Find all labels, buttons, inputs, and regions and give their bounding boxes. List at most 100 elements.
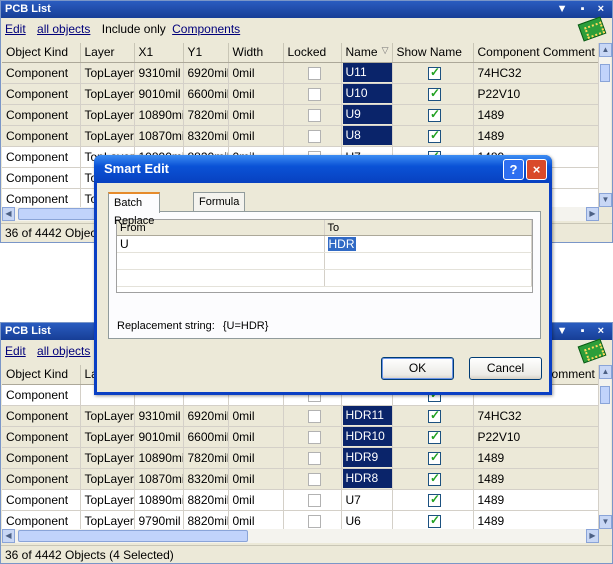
cell-comment[interactable]: P22V10 [473,83,598,105]
cell-y1[interactable]: 6600mil [183,83,229,105]
cell-y1[interactable]: 6600mil [183,426,229,448]
replace-row[interactable]: U HDR [117,236,532,253]
cell-show-name[interactable] [392,468,474,490]
table-row[interactable]: ComponentTopLayer10870mil8320mil0mil U8 14… [2,125,598,147]
cell-kind[interactable]: Component [2,104,81,126]
cell-comment[interactable]: 1489 [473,468,598,490]
scroll-right-icon[interactable]: ▶ [586,529,599,543]
cell-comment[interactable]: 1489 [473,104,598,126]
locked-checkbox[interactable] [307,493,321,507]
locked-checkbox[interactable] [307,514,321,528]
cell-show-name[interactable] [392,104,474,126]
cell-comment[interactable]: 1489 [473,510,598,529]
name-text[interactable]: U10 [342,84,391,103]
cell-kind[interactable]: Component [2,405,81,427]
cell-comment[interactable]: 1489 [473,447,598,469]
cell-name[interactable]: HDR9 [341,447,393,469]
column-header[interactable]: Locked [283,43,342,63]
cell-width[interactable]: 0mil [228,468,284,490]
column-header[interactable]: X1 [134,43,184,63]
column-header[interactable]: Object Kind [2,365,81,385]
ok-button[interactable]: OK [381,357,454,380]
locked-checkbox[interactable] [307,409,321,423]
to-cell[interactable] [325,270,532,286]
scroll-left-icon[interactable]: ◀ [2,207,15,221]
cell-layer[interactable]: TopLayer [80,489,135,511]
help-button[interactable]: ? [503,159,524,180]
column-header[interactable]: Show Name [392,43,474,63]
cell-x1[interactable]: 9310mil [134,405,184,427]
cell-x1[interactable]: 10890mil [134,447,184,469]
table-row[interactable]: ComponentTopLayer9310mil6920mil0mil U11 74… [2,62,598,84]
cell-y1[interactable]: 7820mil [183,104,229,126]
locked-checkbox[interactable] [307,472,321,486]
column-header[interactable]: Name▽ [341,43,393,63]
all-objects-link[interactable]: all objects [37,22,90,36]
cell-layer[interactable]: TopLayer [80,468,135,490]
tab-formula[interactable]: Formula [193,192,246,212]
table-row[interactable]: Component TopLayer 10870mil 8320mil 0mil HDR8… [2,468,598,490]
cell-width[interactable]: 0mil [228,405,284,427]
cell-x1[interactable]: 9010mil [134,426,184,448]
cell-kind[interactable]: Component [2,426,81,448]
show-name-checkbox[interactable] [428,86,441,101]
cell-y1[interactable]: 8320mil [183,468,229,490]
name-text[interactable]: U9 [342,105,391,124]
cell-layer[interactable]: TopLayer [80,125,135,147]
cell-comment[interactable]: 74HC32 [473,62,598,84]
cell-name[interactable]: HDR11 [341,405,393,427]
cell-locked[interactable] [283,510,342,529]
cell-layer[interactable]: TopLayer [80,447,135,469]
cell-y1[interactable]: 8820mil [183,489,229,511]
cell-locked[interactable] [283,426,342,448]
replace-row[interactable] [117,253,532,270]
cell-kind[interactable]: Component [2,146,81,168]
cell-comment[interactable]: 1489 [473,489,598,511]
from-cell[interactable]: U [117,236,325,252]
cell-name[interactable]: U9 [341,104,393,126]
name-text[interactable]: U6 [346,514,361,528]
show-name-checkbox[interactable] [428,471,441,486]
cell-show-name[interactable] [392,426,474,448]
cell-kind[interactable]: Component [2,188,81,207]
cell-layer[interactable]: TopLayer [80,426,135,448]
cell-kind[interactable]: Component [2,447,81,469]
cell-x1[interactable]: 10890mil [134,104,184,126]
show-name-checkbox[interactable] [428,107,441,122]
cell-name[interactable]: U6 [341,510,393,529]
cell-show-name[interactable] [392,405,474,427]
cell-x1[interactable]: 10870mil [134,468,184,490]
show-name-checkbox[interactable] [428,429,441,444]
cell-locked[interactable] [283,447,342,469]
cell-locked[interactable] [283,489,342,511]
cell-name[interactable]: U11 [341,62,393,84]
cell-width[interactable]: 0mil [228,83,284,105]
cell-locked[interactable] [283,62,342,84]
table-row[interactable]: ComponentTopLayer9010mil6600mil0mil U10 P2… [2,83,598,105]
scroll-down-icon[interactable]: ▼ [599,193,612,207]
column-header[interactable]: Width [228,43,284,63]
vertical-scrollbar[interactable]: ▲ ▼ [598,43,612,207]
name-text[interactable]: U7 [346,493,361,507]
cell-show-name[interactable] [392,62,474,84]
cell-y1[interactable]: 6920mil [183,62,229,84]
locked-checkbox[interactable] [307,87,321,101]
column-header[interactable]: Y1 [183,43,229,63]
locked-checkbox[interactable] [307,108,321,122]
cell-comment[interactable]: 74HC32 [473,405,598,427]
cell-kind[interactable]: Component [2,83,81,105]
cell-show-name[interactable] [392,489,474,511]
name-text[interactable]: HDR11 [342,406,391,425]
cell-name[interactable]: U7 [341,489,393,511]
cell-kind[interactable]: Component [2,167,81,189]
cell-name[interactable]: U10 [341,83,393,105]
all-objects-link[interactable]: all objects [37,344,90,358]
cell-locked[interactable] [283,125,342,147]
scroll-thumb[interactable] [600,64,610,82]
cell-name[interactable]: HDR8 [341,468,393,490]
column-header[interactable]: Object Kind [2,43,81,63]
cell-y1[interactable]: 6920mil [183,405,229,427]
locked-checkbox[interactable] [307,66,321,80]
cell-kind[interactable]: Component [2,62,81,84]
table-row[interactable]: ComponentTopLayer10890mil8820mil0mil U7 14… [2,489,598,511]
